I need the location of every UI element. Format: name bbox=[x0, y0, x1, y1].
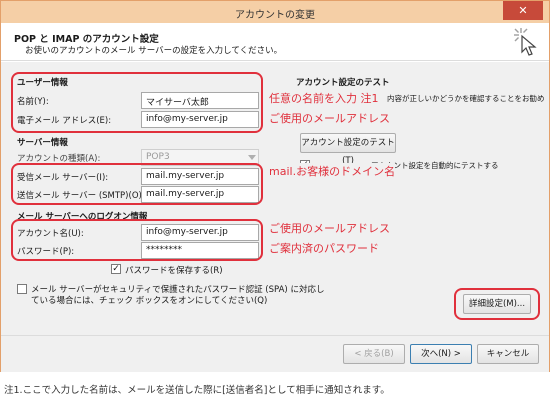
close-button[interactable]: ✕ bbox=[503, 1, 543, 20]
dialog-header: POP と IMAP のアカウント設定 お使いのアカウントのメール サーバーの設… bbox=[1, 23, 549, 61]
chevron-down-icon bbox=[248, 155, 256, 160]
account-settings-window: アカウントの変更 ✕ POP と IMAP のアカウント設定 お使いのアカウント… bbox=[0, 0, 550, 372]
server-info-heading: サーバー情報 bbox=[17, 138, 68, 148]
email-annotation: ご使用のメールアドレス bbox=[269, 110, 390, 126]
header-title: POP と IMAP のアカウント設定 bbox=[14, 34, 159, 45]
spa-checkbox[interactable] bbox=[17, 284, 27, 294]
account-type-value: POP3 bbox=[146, 152, 170, 162]
header-subtitle: お使いのアカウントのメール サーバーの設定を入力してください。 bbox=[25, 46, 283, 56]
dialog-body: ユーザー情報 名前(Y): マイサーバ太郎 電子メール アドレス(E): inf… bbox=[1, 62, 549, 372]
cancel-button[interactable]: キャンセル bbox=[477, 344, 539, 364]
title-bar: アカウントの変更 ✕ bbox=[1, 1, 549, 23]
footnote: 注1.ここで入力した名前は、メールを送信した際に[送信者名]として相手に通知され… bbox=[4, 385, 390, 396]
user-info-highlight bbox=[11, 72, 263, 133]
save-password-checkbox[interactable]: ✓ bbox=[111, 264, 121, 274]
save-password-label: パスワードを保存する(R) bbox=[125, 266, 223, 276]
advanced-settings-button[interactable]: 詳細設定(M)... bbox=[463, 294, 531, 314]
test-description: 内容が正しいかどうかを確認することをお勧め bbox=[387, 94, 545, 103]
server-info-highlight bbox=[11, 163, 263, 205]
footer-divider bbox=[1, 335, 549, 336]
back-button[interactable]: < 戻る(B) bbox=[343, 344, 405, 364]
server-annotation: mail.お客様のドメイン名 bbox=[269, 163, 396, 179]
spa-label-line2: ている場合には、チェック ボックスをオンにしてください(Q) bbox=[31, 296, 268, 306]
login-info-highlight bbox=[11, 219, 263, 261]
next-button[interactable]: 次へ(N) > bbox=[410, 344, 472, 364]
test-account-button[interactable]: アカウント設定のテスト(T) bbox=[300, 133, 396, 166]
password-annotation: ご案内済のパスワード bbox=[269, 240, 379, 256]
cursor-click-icon bbox=[514, 28, 537, 56]
window-title: アカウントの変更 bbox=[235, 10, 315, 21]
test-heading: アカウント設定のテスト bbox=[296, 78, 390, 88]
account-annotation: ご使用のメールアドレス bbox=[269, 220, 390, 236]
name-annotation: 任意の名前を入力 注1 bbox=[269, 90, 379, 106]
